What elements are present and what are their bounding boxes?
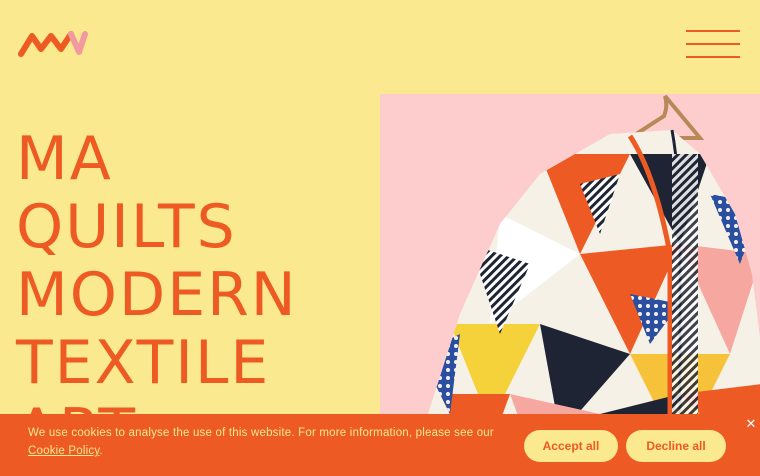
cookie-message: We use cookies to analyse the use of thi…: [28, 424, 498, 460]
close-icon[interactable]: ✕: [745, 416, 757, 432]
ma-logo-icon[interactable]: [18, 28, 90, 58]
cookie-message-text: We use cookies to analyse the use of thi…: [28, 427, 494, 439]
cookie-policy-link[interactable]: Cookie Policy: [28, 445, 99, 457]
decline-all-button[interactable]: Decline all: [626, 430, 726, 462]
hero-title-line: TEXTILE: [16, 328, 271, 398]
hero-title-line: MODERN: [16, 260, 298, 330]
cookie-message-end: .: [99, 445, 103, 457]
hero-title-line: QUILTS: [16, 192, 237, 262]
accept-all-button[interactable]: Accept all: [524, 430, 618, 462]
cookie-banner: We use cookies to analyse the use of thi…: [0, 414, 760, 476]
hamburger-menu-icon[interactable]: [686, 30, 740, 58]
hero-title-line: MA: [16, 124, 113, 194]
